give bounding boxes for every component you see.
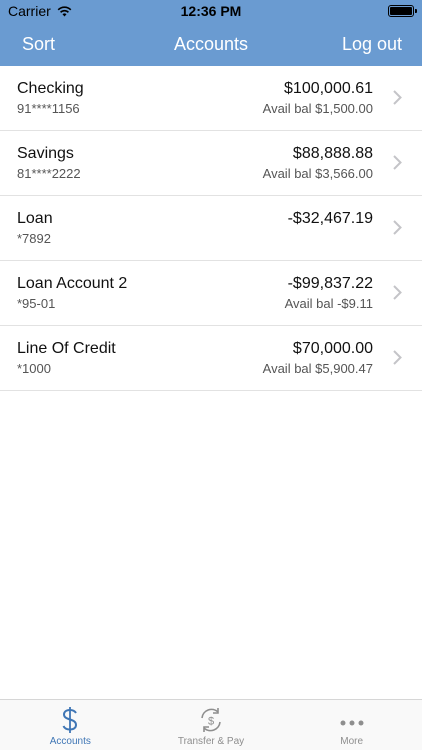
wifi-icon: [57, 5, 72, 16]
account-name: Line Of Credit: [17, 340, 116, 357]
tab-label: More: [340, 736, 364, 747]
chevron-right-icon: [393, 285, 402, 300]
account-number: *1000: [17, 361, 51, 376]
available-balance: Avail bal $1,500.00: [262, 101, 373, 116]
account-balance: $100,000.61: [284, 80, 373, 97]
account-list: Checking 91****1156 $100,000.61 Avail ba…: [0, 66, 422, 391]
tab-bar: Accounts $ Transfer & Pay More: [0, 699, 422, 750]
carrier-label: Carrier: [8, 3, 51, 19]
account-row-savings[interactable]: Savings 81****2222 $88,888.88 Avail bal …: [0, 131, 422, 196]
account-number: 91****1156: [17, 101, 80, 116]
account-number: 81****2222: [17, 166, 81, 181]
available-balance: Avail bal -$9.11: [284, 296, 373, 311]
svg-text:$: $: [208, 716, 214, 728]
account-row-checking[interactable]: Checking 91****1156 $100,000.61 Avail ba…: [0, 66, 422, 131]
sort-button[interactable]: Sort: [22, 34, 55, 55]
tab-accounts[interactable]: Accounts: [0, 700, 141, 750]
account-name: Loan: [17, 210, 53, 227]
account-row-loan[interactable]: Loan *7892 -$32,467.19: [0, 196, 422, 261]
tab-label: Transfer & Pay: [177, 736, 245, 747]
nav-bar: Sort Accounts Log out: [0, 22, 422, 66]
dollar-icon: [62, 707, 78, 733]
account-row-loan-account-2[interactable]: Loan Account 2 *95-01 -$99,837.22 Avail …: [0, 261, 422, 326]
more-icon: [340, 720, 364, 726]
status-bar: Carrier 12:36 PM: [0, 0, 422, 22]
chevron-right-icon: [393, 220, 402, 235]
account-number: *7892: [17, 231, 51, 246]
available-balance: Avail bal $5,900.47: [262, 361, 373, 376]
chevron-right-icon: [393, 155, 402, 170]
account-balance: -$99,837.22: [287, 275, 373, 292]
account-balance: $70,000.00: [292, 340, 373, 357]
battery-icon: [388, 5, 417, 17]
account-name: Loan Account 2: [17, 275, 128, 292]
account-balance: -$32,467.19: [287, 210, 373, 227]
tab-label: Accounts: [49, 736, 91, 747]
chevron-right-icon: [393, 90, 402, 105]
chevron-right-icon: [393, 350, 402, 365]
tab-more[interactable]: More: [281, 700, 422, 750]
account-name: Checking: [17, 80, 84, 97]
account-name: Savings: [17, 145, 74, 162]
logout-button[interactable]: Log out: [342, 34, 402, 55]
account-balance: $88,888.88: [292, 145, 373, 162]
carrier-signal: Carrier: [8, 3, 72, 19]
account-row-line-of-credit[interactable]: Line Of Credit *1000 $70,000.00 Avail ba…: [0, 326, 422, 391]
account-number: *95-01: [17, 296, 56, 311]
available-balance: Avail bal $3,566.00: [262, 166, 373, 181]
tab-transfer-pay[interactable]: $ Transfer & Pay: [141, 700, 282, 750]
transfer-icon: $: [201, 708, 221, 732]
